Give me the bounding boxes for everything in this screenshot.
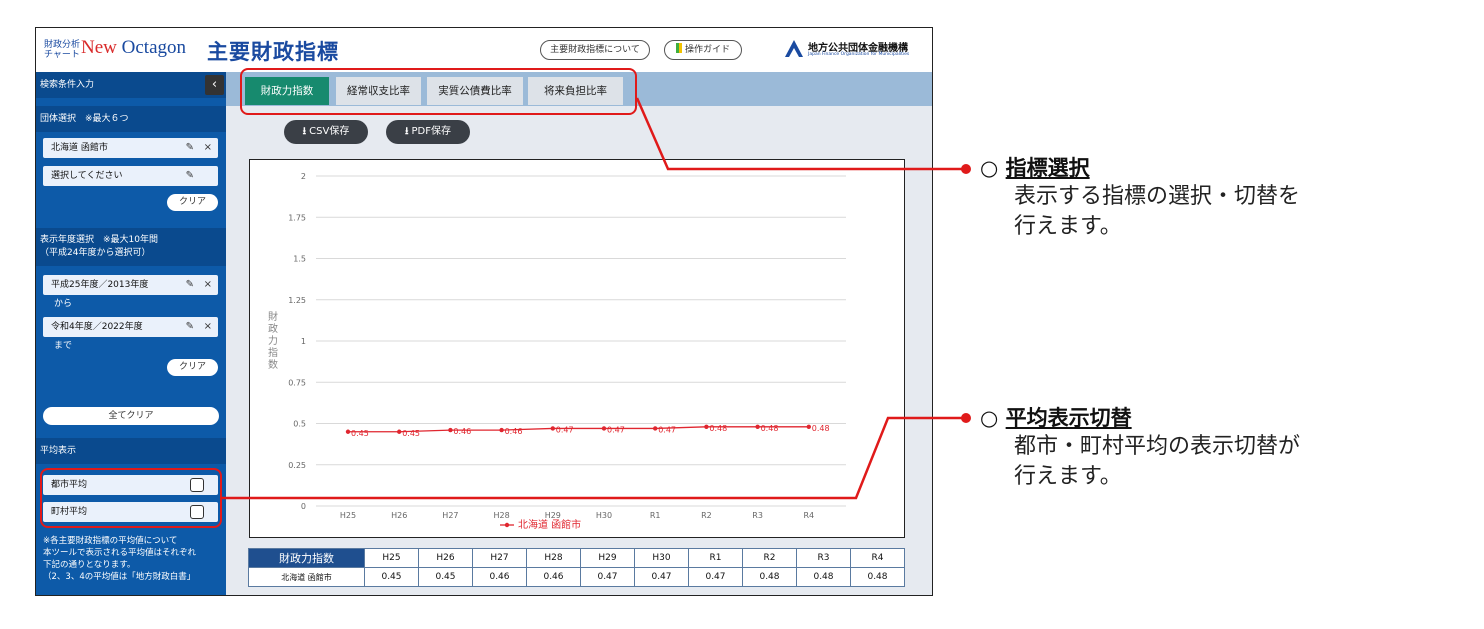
callout-average-text: 都市・町村平均の表示切替が [1014, 434, 1301, 459]
callout-lines [222, 97, 971, 500]
callout-indicator-text: 表示する指標の選択・切替を [1014, 184, 1301, 209]
callout-mark: ○ [980, 406, 999, 430]
callout-dot-tabs [961, 164, 971, 174]
manual-page: 財政分析チャート New Octagon 主要財政指標 主要財政指標について 操… [0, 0, 1484, 629]
callout-mark: ○ [980, 156, 999, 180]
callout-dot-average [961, 413, 971, 423]
callout-average-title: ○ 平均表示切替 [980, 402, 1132, 432]
callout-line-tabs [635, 97, 966, 171]
callout-indicator-text: 行えます。 [1014, 214, 1122, 239]
callout-indicator-title: ○ 指標選択 [980, 152, 1090, 182]
callout-line-average [222, 416, 966, 500]
callout-average-text: 行えます。 [1014, 464, 1122, 489]
callout-title-text: 指標選択 [1005, 156, 1090, 180]
callout-title-text: 平均表示切替 [1005, 406, 1132, 430]
